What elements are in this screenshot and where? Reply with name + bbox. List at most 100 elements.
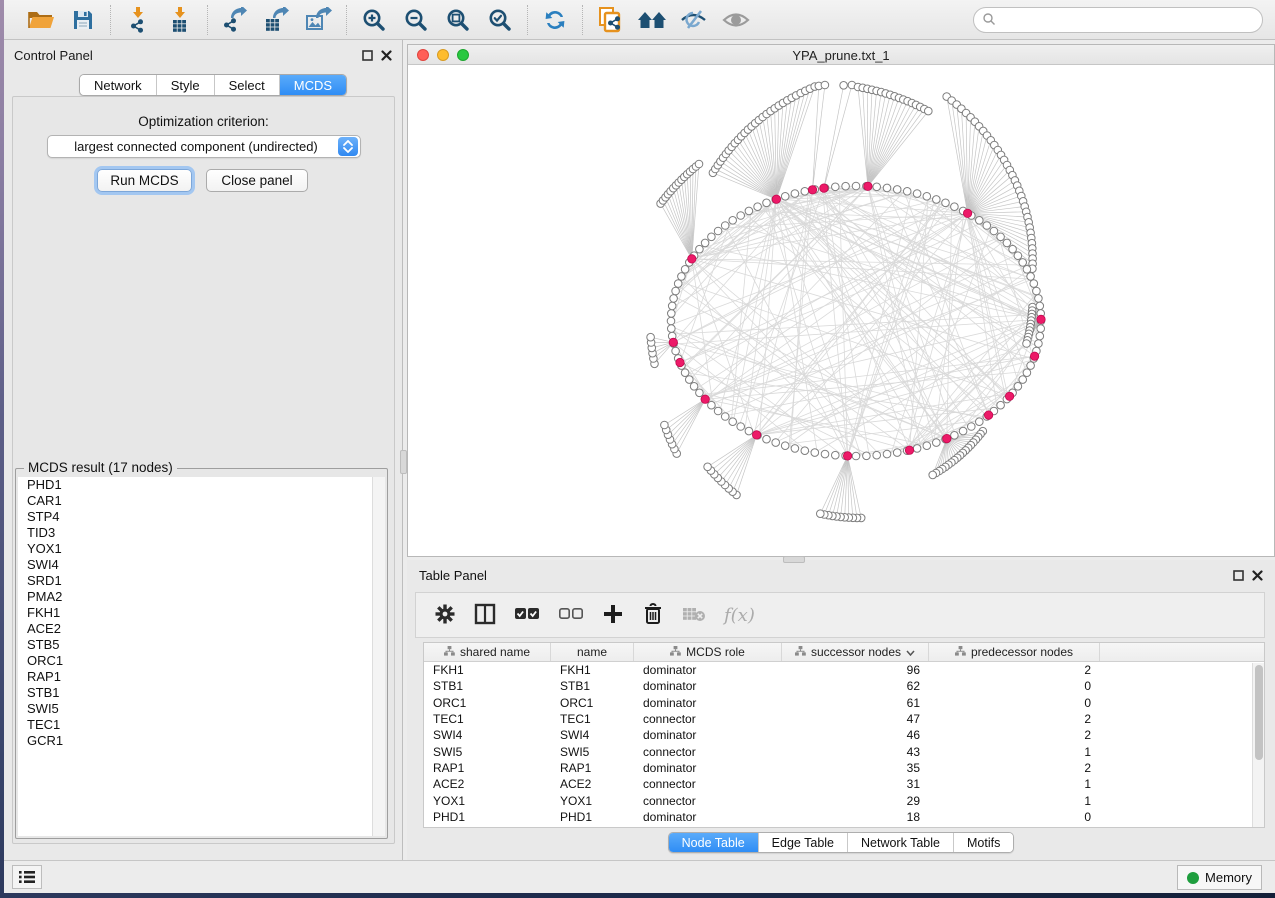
network-node[interactable]: [811, 449, 819, 457]
result-node-item[interactable]: TID3: [18, 525, 372, 541]
result-node-item[interactable]: TEC1: [18, 717, 372, 733]
tab-edge-table[interactable]: Edge Table: [759, 833, 848, 852]
zoom-out-button[interactable]: [397, 4, 435, 36]
table-row[interactable]: FKH1FKH1dominator962: [424, 662, 1264, 678]
network-node[interactable]: [1014, 383, 1022, 391]
network-node[interactable]: [737, 423, 745, 431]
network-node[interactable]: [1023, 340, 1031, 348]
table-scrollbar-thumb[interactable]: [1255, 665, 1263, 760]
network-node[interactable]: [1036, 332, 1044, 340]
search-box[interactable]: [973, 7, 1263, 33]
network-node[interactable]: [1037, 325, 1045, 333]
network-node[interactable]: [695, 160, 703, 168]
network-node[interactable]: [873, 183, 881, 191]
network-node[interactable]: [913, 190, 921, 198]
network-node[interactable]: [933, 196, 941, 204]
result-node-item[interactable]: SWI5: [18, 701, 372, 717]
tab-network[interactable]: Network: [80, 75, 157, 95]
network-node[interactable]: [763, 199, 771, 207]
result-node-item[interactable]: SWI4: [18, 557, 372, 573]
result-node-item[interactable]: STP4: [18, 509, 372, 525]
import-table-button[interactable]: [161, 4, 199, 36]
result-node-item[interactable]: ORC1: [18, 653, 372, 669]
network-node[interactable]: [781, 442, 789, 450]
network-hub-node[interactable]: [905, 446, 913, 454]
network-node[interactable]: [647, 333, 655, 341]
network-node[interactable]: [990, 227, 998, 235]
tab-mcds[interactable]: MCDS: [280, 75, 346, 95]
table-float-panel-icon[interactable]: [1231, 568, 1245, 582]
network-node[interactable]: [883, 450, 891, 458]
float-panel-icon[interactable]: [360, 48, 374, 62]
network-node[interactable]: [1035, 295, 1043, 303]
network-node[interactable]: [704, 463, 712, 471]
network-hub-node[interactable]: [808, 186, 816, 194]
network-hub-node[interactable]: [943, 434, 951, 442]
horizontal-splitter-handle[interactable]: [783, 556, 805, 563]
result-list-scrollbar[interactable]: [372, 477, 385, 836]
network-hub-node[interactable]: [1005, 392, 1013, 400]
network-node[interactable]: [1027, 362, 1035, 370]
column-header-shared-name[interactable]: shared name: [424, 643, 551, 661]
network-node[interactable]: [678, 273, 686, 281]
network-node[interactable]: [1035, 340, 1043, 348]
zoom-in-button[interactable]: [355, 4, 393, 36]
table-tool-columns-button[interactable]: [474, 602, 496, 628]
network-node[interactable]: [729, 217, 737, 225]
network-node[interactable]: [817, 510, 825, 518]
result-node-item[interactable]: GCR1: [18, 733, 372, 749]
export-image-button[interactable]: [300, 4, 338, 36]
result-node-item[interactable]: CAR1: [18, 493, 372, 509]
network-node[interactable]: [670, 295, 678, 303]
network-hub-node[interactable]: [1037, 315, 1045, 323]
table-row[interactable]: ORC1ORC1dominator610: [424, 695, 1264, 711]
network-node[interactable]: [983, 222, 991, 230]
network-node[interactable]: [1019, 259, 1027, 267]
network-node[interactable]: [745, 207, 753, 215]
network-node[interactable]: [997, 233, 1005, 241]
network-node[interactable]: [668, 310, 676, 318]
network-node[interactable]: [951, 203, 959, 211]
network-node[interactable]: [976, 418, 984, 426]
network-node[interactable]: [668, 302, 676, 310]
result-node-item[interactable]: STB1: [18, 685, 372, 701]
result-node-item[interactable]: ACE2: [18, 621, 372, 637]
close-panel-button[interactable]: Close panel: [206, 169, 308, 192]
mcds-result-list[interactable]: PHD1CAR1STP4TID3YOX1SWI4SRD1PMA2FKH1ACE2…: [18, 477, 372, 836]
table-close-panel-icon[interactable]: [1250, 568, 1264, 582]
zoom-selected-button[interactable]: [481, 4, 519, 36]
network-node[interactable]: [801, 188, 809, 196]
network-node[interactable]: [997, 401, 1005, 409]
network-hub-node[interactable]: [984, 411, 992, 419]
network-node[interactable]: [714, 407, 722, 415]
network-node[interactable]: [763, 435, 771, 443]
network-hub-node[interactable]: [688, 255, 696, 263]
network-node[interactable]: [690, 383, 698, 391]
result-node-item[interactable]: PMA2: [18, 589, 372, 605]
network-node[interactable]: [968, 423, 976, 431]
memory-button[interactable]: Memory: [1177, 865, 1262, 890]
network-node[interactable]: [1033, 287, 1041, 295]
network-node[interactable]: [729, 418, 737, 426]
network-node[interactable]: [737, 212, 745, 220]
network-node[interactable]: [801, 447, 809, 455]
network-node[interactable]: [976, 217, 984, 225]
network-node[interactable]: [821, 81, 829, 89]
network-node[interactable]: [714, 227, 722, 235]
network-node[interactable]: [672, 347, 680, 355]
network-node[interactable]: [681, 266, 689, 274]
network-node[interactable]: [672, 287, 680, 295]
network-hub-node[interactable]: [1030, 352, 1038, 360]
network-hub-node[interactable]: [864, 182, 872, 190]
network-node[interactable]: [923, 442, 931, 450]
network-node[interactable]: [883, 184, 891, 192]
result-node-item[interactable]: STB5: [18, 637, 372, 653]
tab-motifs[interactable]: Motifs: [954, 833, 1013, 852]
column-header-predecessor-nodes[interactable]: predecessor nodes: [929, 643, 1100, 661]
open-session-button[interactable]: [22, 4, 60, 36]
network-node[interactable]: [852, 452, 860, 460]
network-hub-node[interactable]: [676, 358, 684, 366]
tab-style[interactable]: Style: [157, 75, 215, 95]
table-row[interactable]: SWI5SWI5connector431: [424, 743, 1264, 759]
network-node[interactable]: [721, 222, 729, 230]
